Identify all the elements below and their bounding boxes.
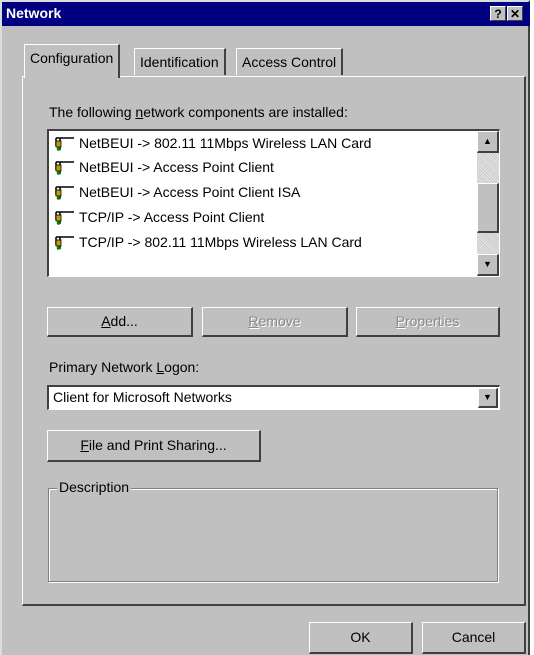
title-bar[interactable]: Network ? ✕ bbox=[2, 2, 530, 26]
help-icon[interactable]: ? bbox=[490, 6, 506, 21]
ok-button[interactable]: OK bbox=[309, 622, 413, 654]
window-title: Network bbox=[6, 5, 62, 21]
close-icon[interactable]: ✕ bbox=[507, 6, 523, 21]
network-dialog: Network ? ✕ Configuration Identification… bbox=[0, 0, 530, 655]
tab-access-control[interactable]: Access Control bbox=[236, 48, 344, 75]
tab-identification[interactable]: Identification bbox=[134, 48, 226, 75]
cancel-button[interactable]: Cancel bbox=[422, 622, 526, 654]
tab-configuration[interactable]: Configuration bbox=[24, 44, 121, 78]
tab-panel-configuration bbox=[22, 76, 526, 606]
